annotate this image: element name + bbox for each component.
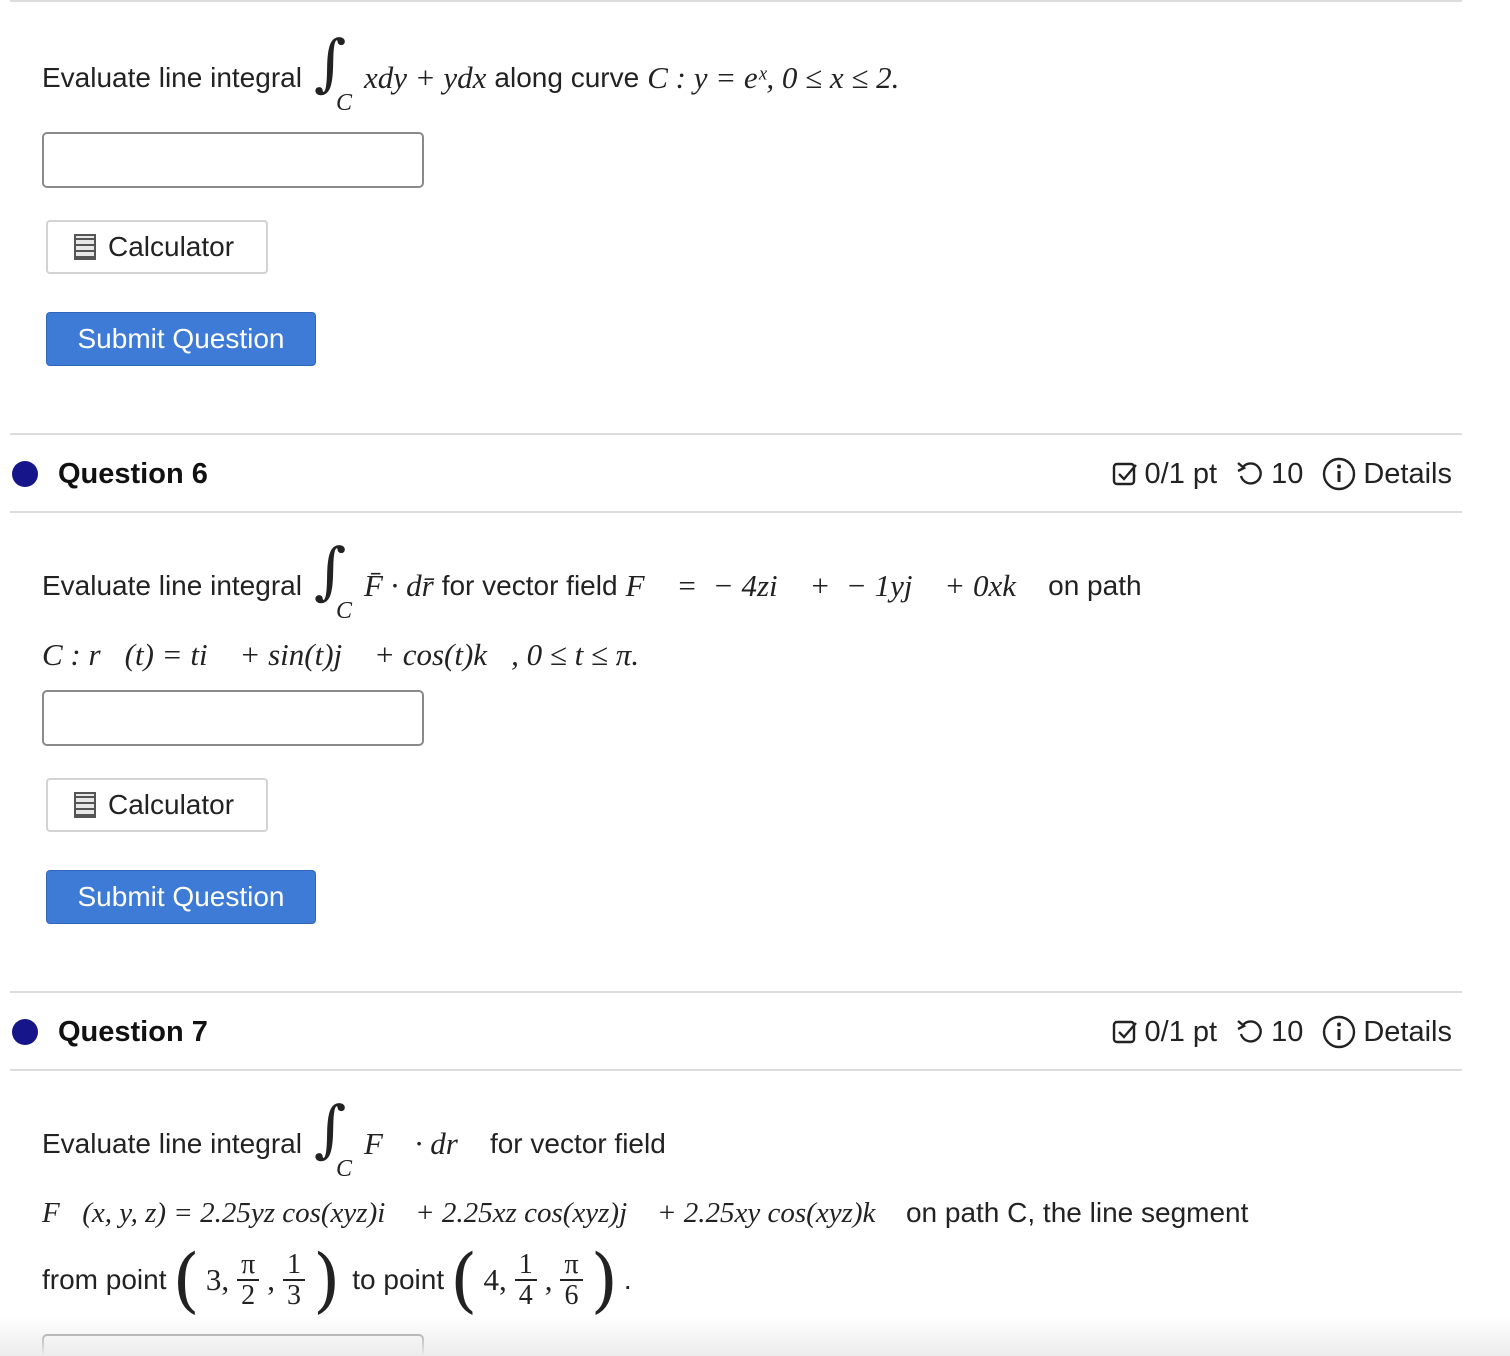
checkbox-icon <box>1112 1020 1137 1044</box>
divider <box>10 1069 1462 1071</box>
retry-icon <box>1237 1020 1262 1043</box>
answer-input[interactable] <box>42 132 424 188</box>
vector-field: F⃗(x, y, z) = 2.25yz cos(xyz)i⃗ + 2.25xz… <box>42 1196 898 1229</box>
fraction: π6 <box>560 1249 583 1310</box>
attempts-badge: 10 <box>1235 458 1303 491</box>
question-title: Question 7 <box>58 1015 208 1048</box>
fraction: 14 <box>514 1249 537 1310</box>
answer-input[interactable] <box>42 690 424 746</box>
prompt-text: on path C, the line segment <box>905 1197 1249 1228</box>
prompt-text: Evaluate line integral <box>42 570 302 601</box>
retry-icon <box>1237 462 1262 485</box>
question-meta: 0/1 pt 10 Details <box>1103 456 1452 492</box>
integral-symbol: ∫ C <box>313 26 352 117</box>
score-badge: 0/1 pt <box>1111 1016 1217 1049</box>
q7-field: F⃗(x, y, z) = 2.25yz cos(xyz)i⃗ + 2.25xz… <box>42 1190 1248 1236</box>
open-paren: ( <box>172 1239 200 1321</box>
calculator-icon <box>74 234 96 260</box>
prompt-text: Evaluate line integral <box>42 1128 302 1159</box>
q5-prompt: Evaluate line integral ∫ C xdy + ydx alon… <box>42 26 900 120</box>
calculator-icon <box>74 792 96 818</box>
question-7-header: Question 7 0/1 pt 10 Details <box>12 1002 1452 1062</box>
info-icon <box>1323 1015 1356 1049</box>
point-coordinate: 3, <box>205 1262 230 1297</box>
path-definition: C : r⃗(t) = ti⃗ + sin(t)j⃗ + cos(t)k⃗, 0… <box>42 637 640 672</box>
open-paren: ( <box>450 1239 478 1321</box>
vector-field: F⃗ = − 4zi⃗ + − 1yj⃗ + 0xk⃗ <box>625 568 1041 603</box>
checkbox-icon <box>1112 462 1137 486</box>
details-link[interactable]: Details <box>1321 456 1452 492</box>
prompt-text: Evaluate line integral <box>42 62 302 93</box>
divider <box>10 991 1462 993</box>
point-coordinate: 4, <box>483 1262 507 1297</box>
close-paren: ) <box>590 1239 618 1321</box>
prompt-text: along curve <box>494 62 640 93</box>
info-icon <box>1323 457 1356 491</box>
details-link[interactable]: Details <box>1321 1014 1452 1050</box>
calculator-button[interactable]: Calculator <box>46 778 268 832</box>
score-badge: 0/1 pt <box>1111 458 1217 491</box>
fraction: π2 <box>237 1249 260 1310</box>
q7-segment: from point ( 3, π2 , 13 ) to point ( 4, … <box>42 1239 632 1321</box>
status-dot <box>12 1019 38 1045</box>
prompt-text: from point <box>42 1264 167 1295</box>
submit-question-button[interactable]: Submit Question <box>46 870 316 924</box>
prompt-text: for vector field <box>441 570 618 601</box>
calculator-label: Calculator <box>108 789 235 820</box>
divider <box>10 511 1462 513</box>
prompt-text: on path <box>1048 570 1142 601</box>
prompt-text: to point <box>352 1264 445 1295</box>
period: . <box>623 1264 632 1295</box>
fraction: 13 <box>282 1249 305 1310</box>
q6-path: C : r⃗(t) = ti⃗ + sin(t)j⃗ + cos(t)k⃗, 0… <box>42 630 639 680</box>
question-title: Question 6 <box>58 457 208 490</box>
divider <box>10 0 1462 2</box>
bottom-fade <box>0 1316 1510 1356</box>
curve-definition: C : y = eˣ, 0 ≤ x ≤ 2. <box>647 60 900 95</box>
integrand: xdy + ydx <box>363 60 487 95</box>
q7-prompt: Evaluate line integral ∫ C F⃗ · dr⃗ for v… <box>42 1092 666 1186</box>
integral-symbol: ∫ C <box>313 534 352 625</box>
question-meta: 0/1 pt 10 Details <box>1103 1014 1452 1050</box>
status-dot <box>12 461 38 487</box>
divider <box>10 433 1462 435</box>
calculator-label: Calculator <box>108 231 235 262</box>
q6-prompt: Evaluate line integral ∫ C F̄ · dr̄ for v… <box>42 534 1142 628</box>
close-paren: ) <box>312 1239 341 1321</box>
question-6-header: Question 6 0/1 pt 10 Details <box>12 444 1452 504</box>
integral-symbol: ∫ C <box>313 1092 352 1183</box>
integrand: F⃗ · dr⃗ <box>363 1126 482 1161</box>
prompt-text: for vector field <box>489 1128 666 1159</box>
assignment-page: Evaluate line integral ∫ C xdy + ydx alon… <box>0 0 1510 1356</box>
attempts-badge: 10 <box>1235 1016 1303 1049</box>
calculator-button[interactable]: Calculator <box>46 220 268 274</box>
submit-question-button[interactable]: Submit Question <box>46 312 316 366</box>
integrand: F̄ · dr̄ <box>363 568 434 603</box>
